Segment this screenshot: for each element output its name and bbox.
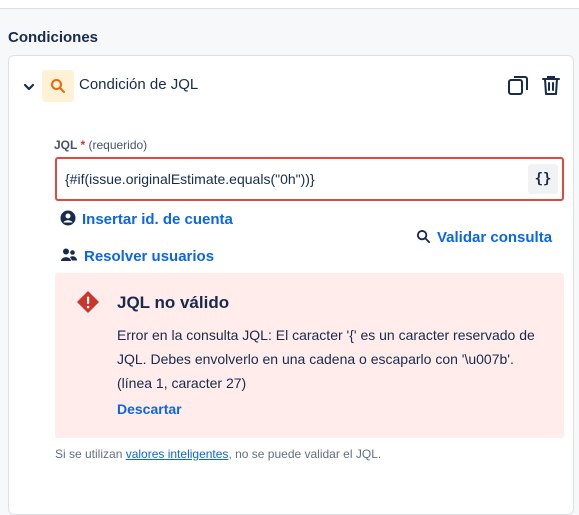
- resolve-users-link[interactable]: Resolver usuarios: [60, 247, 214, 265]
- jql-field-label: JQL * (requerido): [54, 138, 147, 152]
- search-icon: [42, 70, 74, 102]
- jql-input[interactable]: {#if(issue.originalEstimate.equals("0h")…: [55, 157, 564, 201]
- top-bar: [0, 0, 579, 9]
- jql-label-text: JQL: [54, 138, 78, 152]
- insert-account-id-label: Insertar id. de cuenta: [82, 211, 233, 228]
- error-icon: [77, 291, 99, 318]
- smart-values-button[interactable]: {}: [528, 164, 558, 194]
- resolve-users-label: Resolver usuarios: [84, 248, 215, 265]
- chevron-down-icon[interactable]: [23, 80, 35, 92]
- trash-icon[interactable]: [539, 73, 563, 97]
- people-icon: [61, 248, 77, 261]
- insert-account-id-link[interactable]: Insertar id. de cuenta: [60, 210, 233, 228]
- smart-values-note: Si se utilizan valores inteligentes, no …: [55, 447, 381, 461]
- jql-input-value[interactable]: {#if(issue.originalEstimate.equals("0h")…: [65, 171, 315, 187]
- error-title: JQL no válido: [117, 293, 230, 312]
- error-message: Error en la consulta JQL: El caracter '{…: [117, 327, 535, 391]
- section-title: Condiciones: [8, 29, 99, 46]
- required-text: (requerido): [88, 138, 148, 152]
- footnote-suffix: , no se puede validar el JQL.: [228, 447, 382, 461]
- condition-title: Condición de JQL: [79, 76, 199, 93]
- required-mark: *: [80, 138, 86, 152]
- footnote-prefix: Si se utilizan: [55, 447, 126, 461]
- error-banner: JQL no válido Error en la consulta JQL: …: [55, 273, 564, 438]
- validate-query-label: Validar consulta: [437, 229, 553, 246]
- smart-values-link[interactable]: valores inteligentes: [126, 447, 229, 461]
- condition-header: Condición de JQL: [9, 70, 573, 102]
- search-icon: [416, 229, 431, 244]
- user-circle-icon: [60, 210, 76, 226]
- dismiss-button[interactable]: Descartar: [117, 401, 182, 417]
- validate-query-link[interactable]: Validar consulta: [416, 229, 552, 246]
- copy-icon[interactable]: [506, 74, 530, 98]
- condition-panel: Condición de JQL JQL * (requerido) {#if(…: [8, 55, 574, 515]
